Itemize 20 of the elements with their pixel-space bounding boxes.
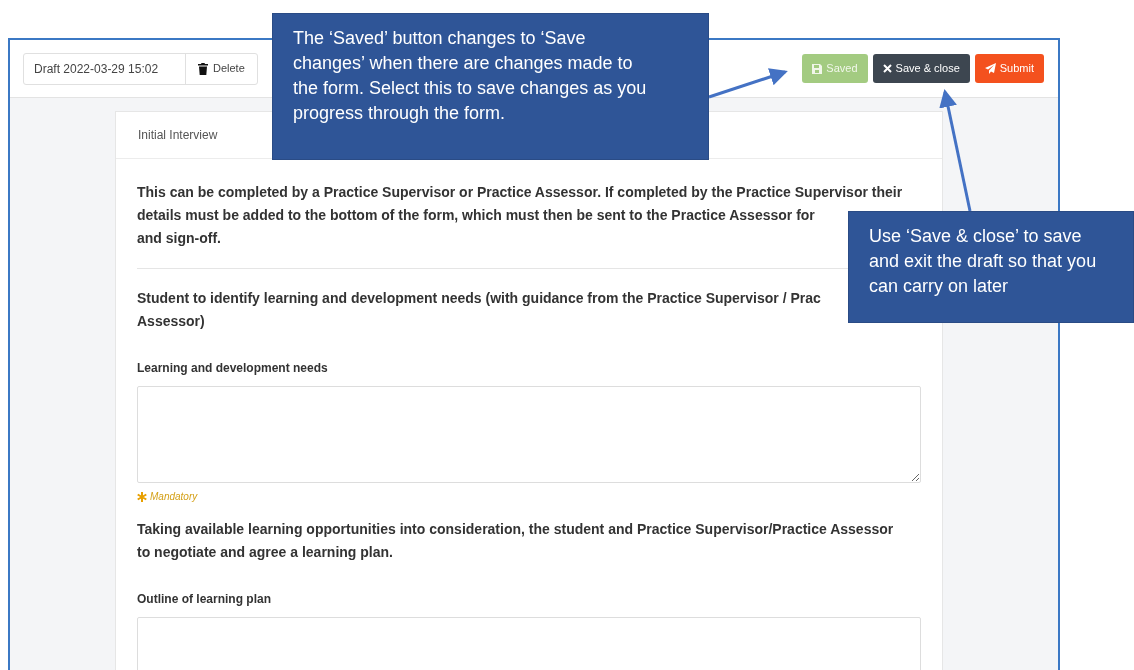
trash-icon (198, 62, 208, 75)
field-label: Outline of learning plan (137, 591, 272, 608)
field-label: Learning and development needs (137, 360, 329, 377)
instruction-line: and sign-off. (137, 229, 221, 248)
callout-note: The ‘Saved’ button changes to ‘Save changes’ when there are changes made to the form. Select this to save changes as you progress through the form. (272, 13, 709, 160)
instruction-line: Taking available learning opportunities into consideration, the student and Practice Supervisor/Practice Assessor (137, 520, 894, 539)
text-area[interactable] (137, 386, 921, 483)
draft-name: Draft 2022-03-29 15:02 (24, 53, 186, 84)
instruction-line: Assessor) (137, 312, 205, 331)
close-icon (882, 64, 892, 73)
asterisk-icon (137, 491, 147, 502)
callout-note: Use ‘Save & close’ to save and exit the draft so that you can carry on later (848, 211, 1134, 323)
delete-button[interactable]: Delete (186, 53, 257, 84)
instruction-line: to negotiate and agree a learning plan. (137, 543, 393, 562)
instruction-line: Student to identify learning and development needs (with guidance from the Practice Supervisor / Prac (137, 289, 821, 308)
toolbar-button[interactable]: Save & close (872, 54, 970, 83)
mandatory-note: Mandatory (150, 490, 198, 504)
instruction-line: This can be completed by a Practice Supervisor or Practice Assessor. If completed by the Practice Supervisor their (137, 183, 903, 202)
instruction-line: details must be added to the bottom of the form, which must then be sent to the Practice Assessor for (137, 206, 815, 225)
paper-plane-icon (984, 63, 996, 74)
